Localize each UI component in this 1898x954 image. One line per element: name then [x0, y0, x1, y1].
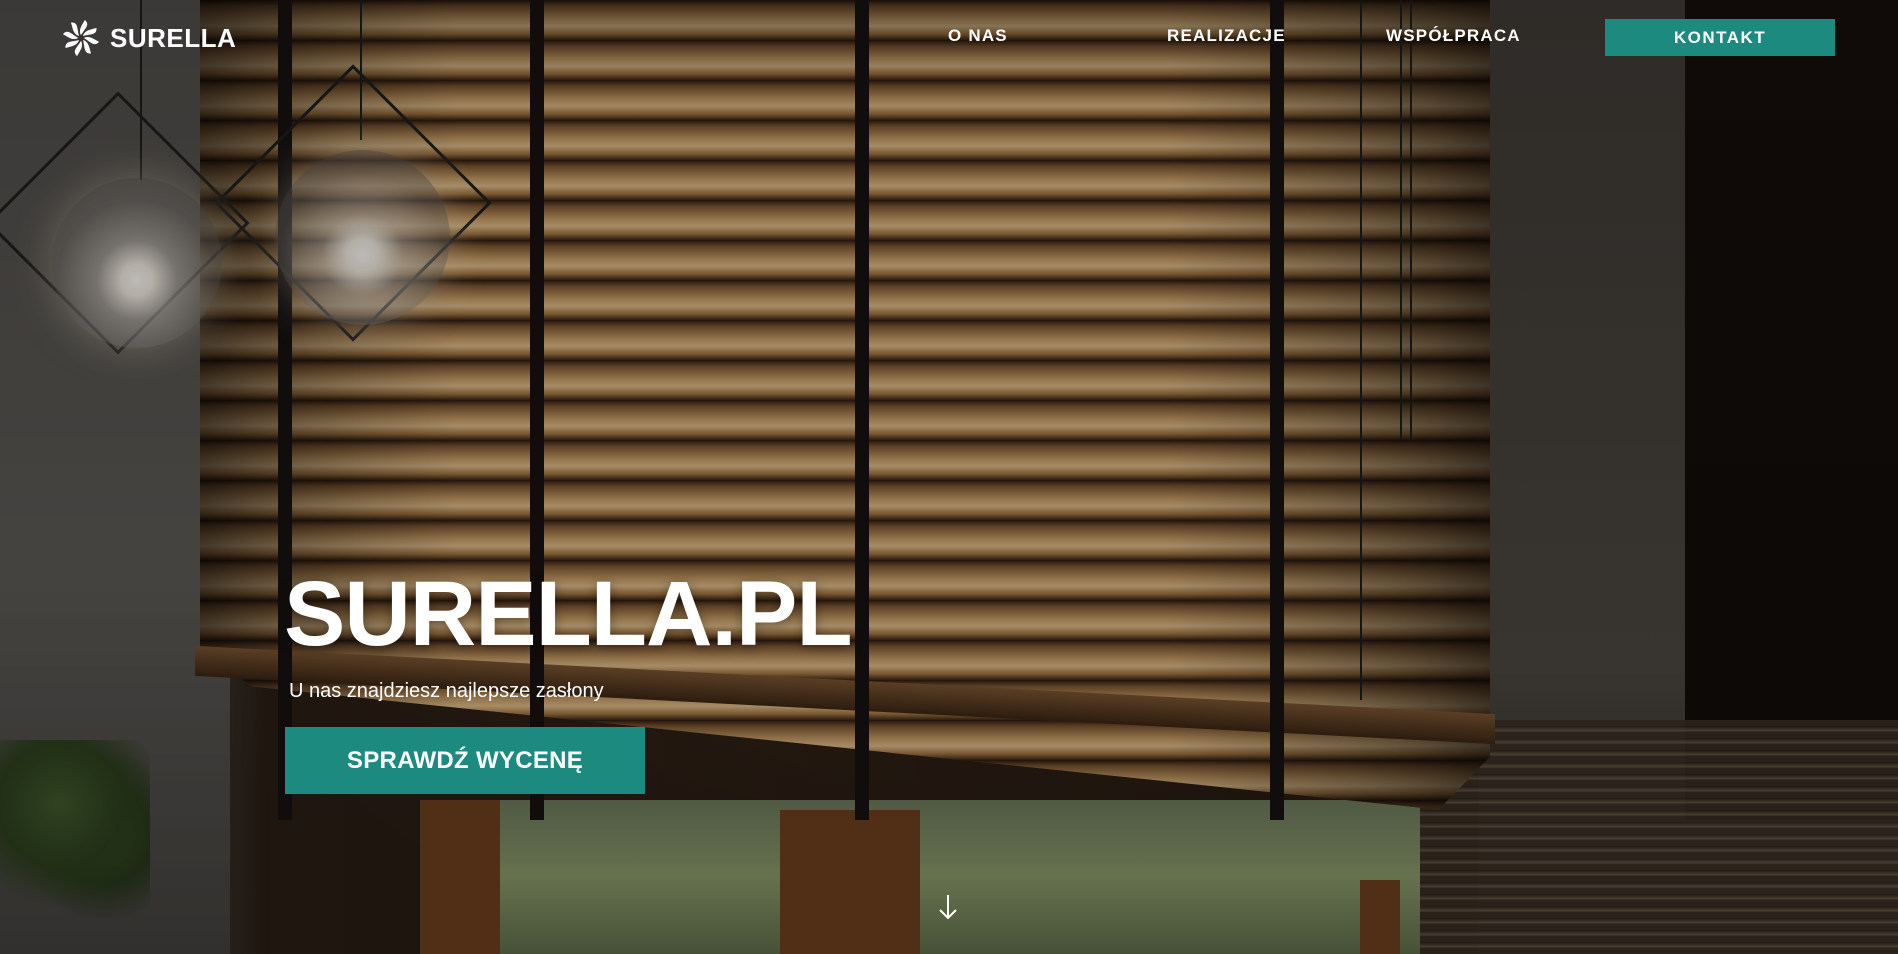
- nav-link-realizacje[interactable]: REALIZACJE: [1167, 26, 1286, 46]
- check-quote-button[interactable]: SPRAWDŹ WYCENĘ: [285, 727, 645, 794]
- brand-logo-link[interactable]: SURELLA: [62, 18, 236, 58]
- brand-name: SURELLA: [110, 22, 237, 53]
- pinwheel-logo-icon: [62, 19, 100, 57]
- top-navigation: SURELLA O NAS REALIZACJE WSPÓŁPRACA KONT…: [0, 0, 1898, 74]
- nav-link-wspolpraca[interactable]: WSPÓŁPRACA: [1386, 26, 1521, 46]
- nav-link-o-nas[interactable]: O NAS: [948, 26, 1008, 46]
- nav-contact-button[interactable]: KONTAKT: [1605, 19, 1835, 56]
- background-overlay: [0, 0, 1898, 954]
- hero-title: SURELLA.PL: [284, 563, 853, 665]
- arrow-down-icon[interactable]: [937, 893, 959, 921]
- hero-subtitle: U nas znajdziesz najlepsze zasłony: [289, 680, 604, 702]
- hero-section: SURELLA O NAS REALIZACJE WSPÓŁPRACA KONT…: [0, 0, 1898, 954]
